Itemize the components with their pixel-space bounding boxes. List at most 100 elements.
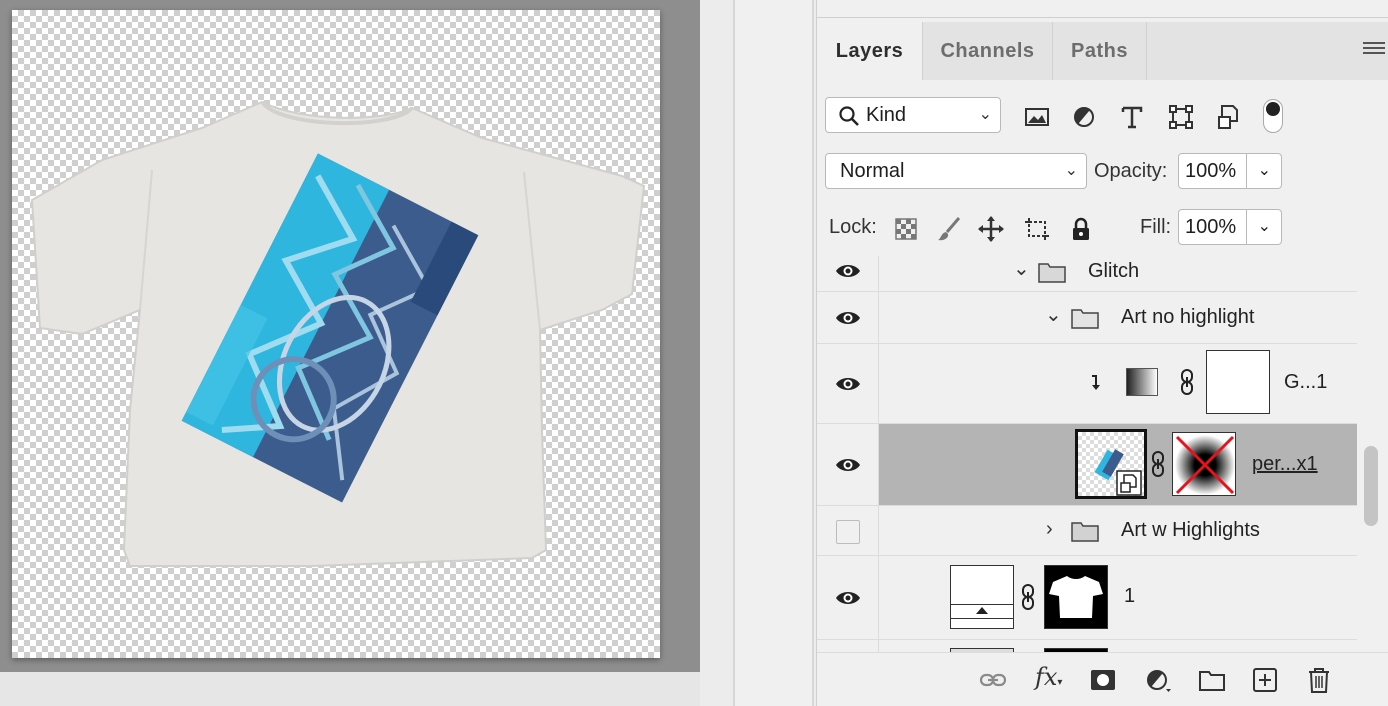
lock-all-icon[interactable]	[1067, 215, 1095, 243]
visibility-toggle[interactable]	[817, 292, 879, 343]
type-filter-icon[interactable]	[1118, 103, 1146, 131]
visibility-toggle[interactable]	[817, 256, 879, 291]
opacity-field[interactable]: 100% ⌄	[1178, 153, 1282, 189]
tab-paths[interactable]: Paths	[1053, 22, 1147, 80]
layer-row-partial[interactable]	[817, 640, 1357, 652]
filter-row: Kind ⌄	[817, 97, 1388, 137]
lock-label: Lock:	[829, 216, 877, 238]
lock-position-icon[interactable]	[977, 215, 1005, 243]
layer-name: per...x1	[1252, 453, 1318, 475]
kind-filter-dropdown[interactable]: Kind ⌄	[825, 97, 1001, 133]
visibility-toggle[interactable]	[817, 506, 879, 555]
opacity-value: 100%	[1185, 160, 1237, 182]
layer-name: 1	[1124, 585, 1136, 607]
tab-channels[interactable]: Channels	[923, 22, 1053, 80]
panel-menu-icon[interactable]	[1363, 42, 1385, 58]
tab-layers[interactable]: Layers	[817, 22, 923, 80]
visibility-toggle[interactable]	[817, 556, 879, 639]
fx-label: fx	[1035, 663, 1058, 691]
visibility-off-box[interactable]	[836, 520, 860, 544]
chevron-down-icon: ⌄	[1064, 162, 1078, 179]
fill-label: Fill:	[1140, 216, 1172, 238]
image-filter-icon[interactable]	[1023, 103, 1051, 131]
layer-name: Art w Highlights	[1121, 519, 1260, 541]
layers-bottom-toolbar: fx▾	[817, 652, 1388, 706]
layer-list[interactable]: ⌄ Glitch ⌄ Art no highlight G...1 per...…	[817, 256, 1357, 652]
gradient-fill-icon	[1126, 368, 1158, 396]
folder-icon	[1071, 522, 1099, 542]
eye-icon[interactable]	[835, 309, 861, 327]
link-icon[interactable]	[1179, 368, 1195, 396]
new-group-icon[interactable]	[1198, 667, 1226, 693]
layer-name: Art no highlight	[1121, 306, 1255, 328]
shape-filter-icon[interactable]	[1167, 103, 1195, 131]
tshirt-mask-icon	[1049, 576, 1103, 618]
layer-row-1[interactable]: 1	[817, 556, 1357, 640]
panel-tab-bar: Layers Channels Paths	[817, 22, 1388, 80]
lock-transparent-icon[interactable]	[892, 215, 920, 243]
layer-row-art-w-highlights[interactable]: › Art w Highlights	[817, 506, 1357, 556]
layer-row-gradient-fill[interactable]: G...1	[817, 344, 1357, 424]
chevron-down-icon[interactable]: ⌄	[1258, 210, 1271, 244]
adjustment-layer-icon[interactable]	[1144, 667, 1172, 693]
tshirt-artwork	[30, 100, 646, 567]
link-icon[interactable]	[1150, 450, 1166, 478]
layer-row-smart-object[interactable]: per...x1	[817, 424, 1357, 506]
panel-dock-column	[735, 0, 812, 706]
layer-name: Glitch	[1088, 260, 1140, 282]
document-canvas-area[interactable]	[0, 0, 700, 672]
fill-layer-thumbnail[interactable]	[950, 565, 1014, 629]
scrollbar-thumb[interactable]	[1364, 446, 1378, 526]
panel-header-strip	[817, 0, 1388, 18]
lock-pixels-icon[interactable]	[935, 215, 963, 243]
layer-row-art-no-highlight[interactable]: ⌄ Art no highlight	[817, 292, 1357, 344]
layer-mask-thumbnail[interactable]	[1044, 565, 1108, 629]
smart-object-badge-icon	[1116, 470, 1142, 496]
folder-icon	[1038, 263, 1066, 283]
layer-name: G...1	[1284, 371, 1328, 393]
visibility-toggle[interactable]	[817, 344, 879, 423]
chevron-down-icon[interactable]: ⌄	[1013, 256, 1030, 281]
layer-row-glitch[interactable]: ⌄ Glitch	[817, 256, 1357, 292]
chevron-down-icon[interactable]: ⌄	[1045, 302, 1062, 327]
kind-label: Kind	[866, 104, 907, 126]
blend-row: Normal ⌄ Opacity: 100% ⌄	[817, 153, 1388, 193]
chevron-down-icon[interactable]: ⌄	[1258, 154, 1271, 188]
fx-icon[interactable]: fx▾	[1035, 663, 1063, 691]
chevron-right-icon[interactable]: ›	[1046, 518, 1053, 541]
eye-icon[interactable]	[835, 375, 861, 393]
layer-mask-thumbnail[interactable]	[1206, 350, 1270, 414]
smart-object-thumbnail[interactable]	[1075, 429, 1147, 499]
adjustment-filter-icon[interactable]	[1070, 103, 1098, 131]
link-layers-icon[interactable]	[979, 667, 1007, 693]
search-icon	[839, 106, 859, 126]
dock-divider	[733, 0, 735, 706]
disabled-mask-icon	[1173, 433, 1235, 495]
layer-list-scrollbar[interactable]	[1363, 256, 1385, 652]
visibility-toggle[interactable]	[817, 640, 879, 652]
eye-icon[interactable]	[835, 262, 861, 280]
dock-divider	[812, 0, 814, 706]
blend-mode-dropdown[interactable]: Normal ⌄	[825, 153, 1087, 189]
new-layer-icon[interactable]	[1251, 667, 1279, 693]
add-mask-icon[interactable]	[1089, 667, 1117, 693]
folder-icon	[1071, 309, 1099, 329]
fill-value: 100%	[1185, 216, 1237, 238]
layers-panel: Layers Channels Paths Kind ⌄ Normal ⌄ Op…	[816, 0, 1388, 706]
delete-layer-icon[interactable]	[1305, 667, 1333, 693]
link-icon[interactable]	[1020, 583, 1036, 611]
eye-icon[interactable]	[835, 456, 861, 474]
blend-mode-value: Normal	[840, 160, 905, 182]
visibility-toggle[interactable]	[817, 424, 879, 505]
clipping-mask-icon	[1092, 375, 1100, 390]
canvas-bottom-strip	[0, 672, 700, 706]
disabled-mask-thumbnail[interactable]	[1172, 432, 1236, 496]
lock-artboard-icon[interactable]	[1023, 215, 1051, 243]
document-canvas[interactable]	[12, 10, 660, 658]
filter-toggle-icon[interactable]	[1263, 99, 1283, 133]
fill-field[interactable]: 100% ⌄	[1178, 209, 1282, 245]
lock-row: Lock: Fill: 100% ⌄	[817, 209, 1388, 249]
smart-object-filter-icon[interactable]	[1215, 103, 1243, 131]
chevron-down-icon: ⌄	[978, 106, 992, 123]
eye-icon[interactable]	[835, 589, 861, 607]
